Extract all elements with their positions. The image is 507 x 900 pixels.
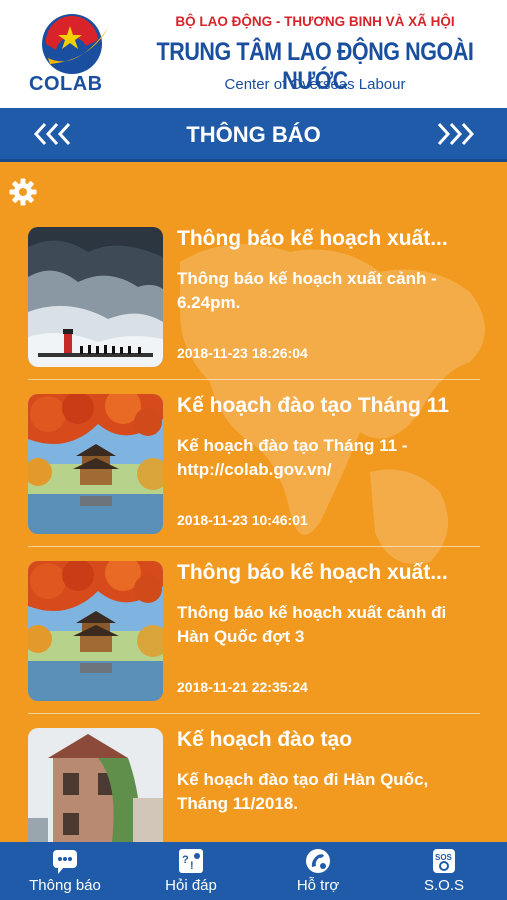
item-timestamp: 2018-11-23 18:26:04	[177, 345, 308, 361]
app-header: COLAB BỘ LAO ĐỘNG - THƯƠNG BINH VÀ XÃ HỘ…	[0, 0, 507, 108]
autumn-pavilion-image	[28, 561, 163, 701]
tab-label: Hỗ trợ	[296, 877, 340, 894]
svg-text:!: !	[190, 860, 194, 872]
item-body: Thông báo kế hoạch xuất cảnh - 6.24pm.	[177, 269, 437, 312]
gear-icon[interactable]	[8, 177, 38, 207]
autumn-pavilion-image	[28, 394, 163, 534]
tab-hoi-dap[interactable]: ? ! Hỏi đáp	[128, 842, 254, 900]
item-body: Kế hoạch đào tạo Tháng 11 - http://colab…	[177, 436, 408, 479]
item-title: Thông báo kế hoạch xuất...	[177, 561, 448, 584]
divider	[28, 713, 480, 714]
qa-icon: ? !	[179, 849, 203, 873]
item-timestamp: 2018-11-23 10:46:01	[177, 512, 308, 528]
item-timestamp: 2018-11-21 22:35:24	[177, 679, 308, 695]
sos-icon: SOS	[433, 849, 455, 873]
logo-text: COLAB	[29, 73, 103, 95]
tab-label: Hỏi đáp	[165, 877, 217, 894]
old-house-painting-image	[28, 728, 163, 842]
svg-text:?: ?	[182, 854, 189, 866]
divider	[28, 546, 480, 547]
center-name-english: Center of Overseas Labour	[224, 76, 406, 93]
chat-icon	[53, 850, 77, 874]
item-body: Thông báo kế hoạch xuất cảnh đi Hàn Quốc…	[177, 603, 447, 646]
tab-label: Thông báo	[29, 877, 101, 894]
tab-label: S.O.S	[423, 877, 464, 894]
support-icon	[306, 849, 330, 873]
list-item[interactable]: Kế hoạch đào tạo Kế hoạch đào tạo đi Hàn…	[28, 728, 480, 842]
item-title: Kế hoạch đào tạo Tháng 11	[177, 394, 449, 417]
list-item[interactable]: Thông báo kế hoạch xuất... Thông báo kế …	[28, 227, 480, 395]
list-item[interactable]: Thông báo kế hoạch xuất... Thông báo kế …	[28, 561, 480, 729]
tab-thong-bao[interactable]: Thông báo	[2, 842, 128, 900]
svg-text:SOS: SOS	[435, 853, 453, 862]
title-bar: THÔNG BÁO	[0, 108, 507, 162]
item-body: Kế hoạch đào tạo đi Hàn Quốc, Tháng 11/2…	[177, 770, 429, 813]
item-title: Thông báo kế hoạch xuất...	[177, 227, 448, 250]
chevron-right-icon	[437, 122, 475, 146]
bottom-tab-bar: Thông báo ? ! Hỏi đáp Hỗ trợ SOS S.O.S	[0, 842, 507, 900]
next-button[interactable]	[428, 116, 480, 152]
notification-list[interactable]: Thông báo kế hoạch xuất... Thông báo kế …	[0, 162, 507, 842]
ministry-name: BỘ LAO ĐỘNG - THƯƠNG BINH VÀ XÃ HỘI	[175, 14, 455, 29]
storm-wave-image	[28, 227, 163, 367]
divider	[28, 379, 480, 380]
list-item[interactable]: Kế hoạch đào tạo Tháng 11 Kế hoạch đào t…	[28, 394, 480, 562]
tab-sos[interactable]: SOS S.O.S	[381, 842, 507, 900]
item-title: Kế hoạch đào tạo	[177, 728, 353, 751]
tab-ho-tro[interactable]: Hỗ trợ	[255, 842, 381, 900]
